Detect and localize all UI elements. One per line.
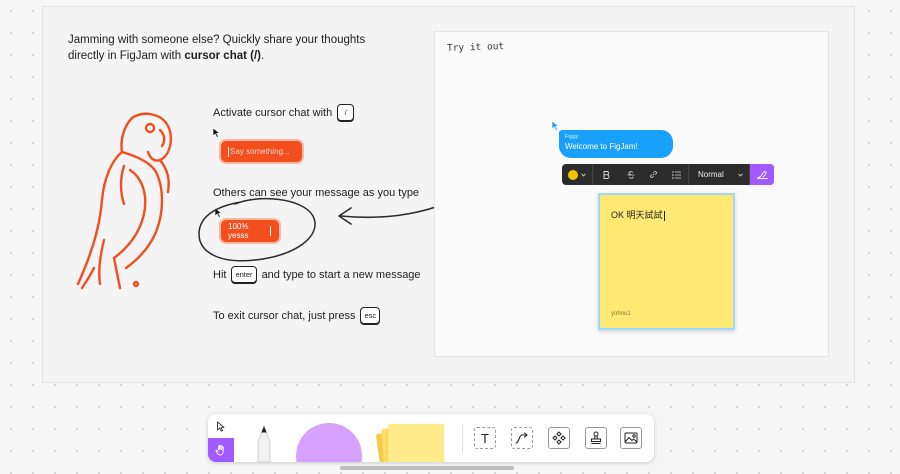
try-it-out-label: Try it out — [446, 41, 505, 54]
collaborator-message: Welcome to FigJam! — [565, 142, 638, 151]
marker-tool-icon[interactable] — [250, 422, 278, 462]
bold-button[interactable] — [593, 164, 619, 185]
image-icon — [624, 432, 638, 444]
horizontal-scrollbar[interactable] — [340, 466, 514, 470]
bottom-toolbar: T — [208, 414, 654, 462]
text-caret — [663, 210, 665, 221]
shape-tool-circle[interactable] — [296, 423, 362, 462]
list-button[interactable] — [665, 164, 689, 185]
color-picker-button[interactable] — [562, 164, 593, 185]
step-enter-before: Hit — [213, 268, 227, 281]
step-enter: Hit enter and type to start a new messag… — [213, 266, 421, 283]
widgets-tool-frame — [548, 427, 570, 449]
step-activate: Activate cursor chat with / — [213, 104, 355, 121]
intro-text-end: . — [261, 50, 265, 62]
collaborator-chat-bubble: Figgy Welcome to FigJam! — [559, 130, 673, 158]
pointer-icon — [217, 421, 225, 432]
text-style-value: Normal — [698, 170, 724, 179]
step-exit-label: To exit cursor chat, just press — [213, 309, 356, 322]
text-caret — [228, 146, 229, 157]
connector-tool-button[interactable] — [511, 427, 533, 449]
step-activate-label: Activate cursor chat with — [213, 106, 333, 119]
stamp-icon — [591, 431, 601, 444]
cursor-chat-placeholder: Say something... — [230, 147, 290, 156]
parrot-drawing — [76, 112, 172, 290]
bold-icon — [603, 170, 609, 179]
collaborator-cursor-icon — [551, 120, 560, 131]
media-tool-frame — [620, 427, 642, 449]
intro-text: Jamming with someone else? Quickly share… — [68, 32, 398, 64]
annotation-circle — [198, 197, 316, 262]
sticky-format-toolbar: Normal — [562, 164, 774, 185]
toolbar-divider — [462, 424, 463, 452]
color-swatch — [568, 169, 578, 180]
stamp-tool-button[interactable] — [585, 427, 607, 449]
step-enter-after: and type to start a new message — [261, 268, 421, 281]
text-icon: T — [481, 430, 489, 446]
link-button[interactable] — [642, 164, 665, 185]
collaborator-name: Figgy — [565, 134, 579, 140]
annotation-arrow-icon — [338, 205, 440, 225]
connector-icon — [515, 432, 528, 444]
sticky-note[interactable]: OK 明天試試 yohnu1 — [598, 193, 735, 330]
connector-tool-frame — [511, 427, 533, 449]
chevron-down-icon — [738, 173, 743, 177]
media-tool-button[interactable] — [620, 427, 642, 449]
author-toggle-button[interactable] — [750, 164, 774, 185]
move-tool-button[interactable] — [208, 414, 234, 438]
sticky-note-author: yohnu1 — [611, 311, 631, 317]
cursor-arrow-icon — [212, 127, 221, 138]
intro-text-bold: cursor chat (/) — [184, 50, 261, 62]
sticky-note-content: OK 明天試試 — [611, 210, 663, 220]
enter-key: enter — [231, 266, 257, 283]
sticky-note-tool[interactable] — [388, 424, 444, 462]
strikethrough-button[interactable] — [619, 164, 642, 185]
chevron-down-icon — [581, 173, 586, 177]
bullet-list-icon — [672, 170, 681, 179]
hand-icon — [215, 444, 224, 456]
text-tool-button[interactable]: T — [474, 427, 496, 449]
strikethrough-icon — [627, 170, 634, 179]
cursor-chat-input[interactable]: Say something... — [221, 141, 302, 162]
sticky-note-text[interactable]: OK 明天試試 — [611, 208, 665, 221]
signature-icon — [756, 171, 768, 179]
text-tool-frame: T — [474, 427, 496, 449]
widgets-tool-button[interactable] — [548, 427, 570, 449]
text-style-dropdown[interactable]: Normal — [689, 164, 750, 185]
esc-key: esc — [360, 307, 381, 324]
link-icon — [650, 171, 657, 178]
slash-key: / — [337, 104, 355, 121]
step-exit: To exit cursor chat, just press esc — [213, 307, 381, 324]
stamp-tool-frame — [585, 427, 607, 449]
widgets-icon — [552, 431, 566, 445]
hand-tool-button[interactable] — [208, 438, 234, 462]
